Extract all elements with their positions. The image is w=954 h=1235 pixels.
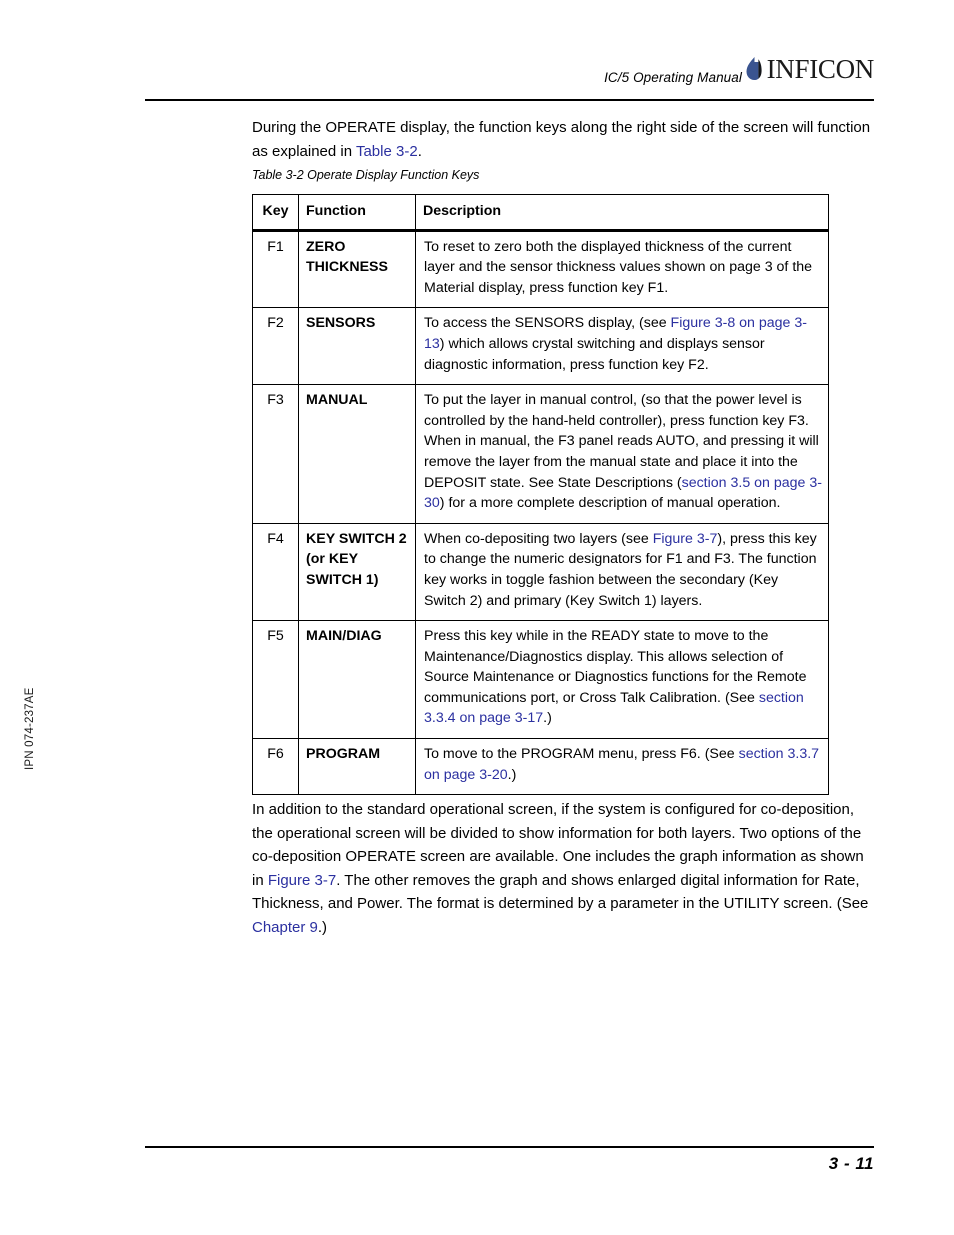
cell-key: F2 xyxy=(252,307,299,386)
table-row: F6 PROGRAM To move to the PROGRAM menu, pr… xyxy=(252,738,829,796)
inficon-droplet-logo-icon xyxy=(744,56,766,82)
table-row: F2 SENSORS To access the SENSORS display, … xyxy=(252,307,829,386)
table-header-row: Key Function Description xyxy=(252,194,829,232)
cell-function: PROGRAM xyxy=(298,738,416,796)
cell-description: Press this key while in the READY state … xyxy=(415,620,829,740)
cell-function: MANUAL xyxy=(298,384,416,524)
column-header-function: Function xyxy=(298,194,416,232)
closing-paragraph-block: In addition to the standard operational … xyxy=(252,798,877,939)
operate-display-function-keys-table: Key Function Description F1 ZERO THICKNES… xyxy=(252,194,829,796)
table-body: F1 ZERO THICKNESS To reset to zero both th… xyxy=(252,229,829,796)
document-page: { "header": { "manual_title": "IC/5 Oper… xyxy=(0,0,954,1235)
cell-description: To put the layer in manual control, (so … xyxy=(415,384,829,524)
cell-key: F3 xyxy=(252,384,299,524)
link-table-3-2[interactable]: Table 3-2 xyxy=(356,143,418,160)
cell-description: When co-depositing two layers (see Figur… xyxy=(415,522,829,622)
intro-text-part2: . xyxy=(417,142,422,160)
cell-description: To access the SENSORS display, (see Figu… xyxy=(415,307,829,386)
link-figure-3-7[interactable]: Figure 3-7 xyxy=(268,872,336,889)
cell-function: MAIN/DIAG xyxy=(298,620,416,740)
column-header-description: Description xyxy=(415,194,829,232)
cell-key: F5 xyxy=(252,620,299,740)
cell-description: To reset to zero both the displayed thic… xyxy=(415,229,829,309)
table-row: F3 MANUAL To put the layer in manual contr… xyxy=(252,384,829,524)
inficon-logo: INFICON xyxy=(744,52,874,86)
closing-text-part3: .) xyxy=(317,918,328,936)
cell-function: ZERO THICKNESS xyxy=(298,229,416,309)
footer-divider xyxy=(145,1146,874,1148)
table-row: F4 KEY SWITCH 2 (or KEY SWITCH 1) When co-… xyxy=(252,522,829,622)
side-margin-part-number: IPN 074-237AE xyxy=(24,687,36,770)
table-header: Key Function Description xyxy=(252,194,829,232)
manual-title: IC/5 Operating Manual xyxy=(604,70,742,85)
header-divider xyxy=(145,99,874,101)
page-number: 3 - 11 xyxy=(828,1154,874,1173)
link-chapter-9[interactable]: Chapter 9 xyxy=(252,919,318,936)
column-header-key: Key xyxy=(252,194,299,232)
cell-key: F6 xyxy=(252,738,299,796)
intro-paragraph: During the OPERATE display, the function… xyxy=(252,116,877,163)
table-caption: Table 3-2 Operate Display Function Keys xyxy=(252,168,480,182)
table-row: F5 MAIN/DIAG Press this key while in the R… xyxy=(252,620,829,740)
cell-key: F4 xyxy=(252,522,299,622)
intro-paragraph-block: During the OPERATE display, the function… xyxy=(252,116,877,163)
cell-function: KEY SWITCH 2 (or KEY SWITCH 1) xyxy=(298,522,416,622)
cell-key: F1 xyxy=(252,229,299,309)
closing-paragraph: In addition to the standard operational … xyxy=(252,798,877,939)
closing-text-part2: . The other removes the graph and shows … xyxy=(252,871,869,913)
inficon-wordmark: INFICON xyxy=(766,53,875,84)
page-header: IC/5 Operating Manual INFICON xyxy=(145,52,874,100)
intro-text-part1: During the OPERATE display, the function… xyxy=(252,119,871,160)
cell-function: SENSORS xyxy=(298,307,416,386)
cell-description: To move to the PROGRAM menu, press F6. (… xyxy=(415,738,829,796)
table-row: F1 ZERO THICKNESS To reset to zero both th… xyxy=(252,229,829,309)
